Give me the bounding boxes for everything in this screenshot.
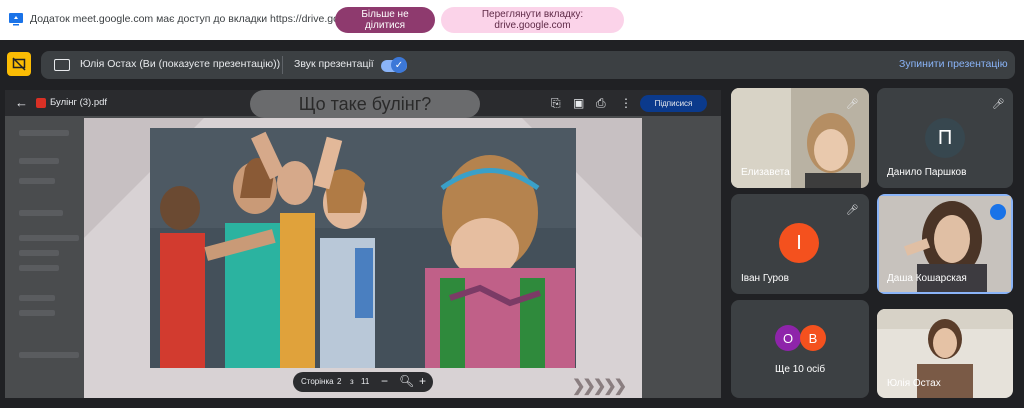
avatar: О [775,325,801,351]
more-participants-tile[interactable] [731,300,869,398]
subscribe-button[interactable]: Підписися [640,95,707,112]
print-icon[interactable]: ⎙ [596,96,606,111]
zoom-in-icon[interactable]: + [419,374,426,388]
present-off-button[interactable] [7,52,31,76]
current-page-input[interactable]: 2 [337,377,341,386]
bg-text-line [19,310,55,316]
pdf-file-name: Булінг (3).pdf [50,97,108,108]
present-screen-icon [54,59,70,71]
bg-text-line [19,210,63,216]
more-participants-label: Ще 10 осіб [775,364,826,375]
stop-presenting-link[interactable]: Зупинити презентацію [899,58,1008,70]
sharing-notice-text: Додаток meet.google.com має доступ до вк… [30,13,382,25]
bg-text-line [19,130,69,136]
presentation-sound-label: Звук презентації [294,58,374,70]
page-separator: з [350,377,354,386]
check-icon[interactable]: ✓ [391,57,407,73]
participant-name: Елизавета [741,167,790,178]
slide-heading: Що таке булінг? [250,90,480,118]
zoom-fit-icon[interactable]: 🔍︎ [399,374,414,388]
participant-name: Іван Гуров [741,273,789,284]
pdf-file-icon [36,98,46,108]
stop-sharing-button[interactable]: Більше не ділитися [335,7,435,33]
speaking-indicator-icon [990,204,1006,220]
more-options-icon[interactable]: ⋮ [620,96,632,110]
bg-text-line [19,250,59,256]
bg-text-line [19,295,55,301]
zoom-out-icon[interactable]: − [381,374,388,388]
back-arrow-icon[interactable]: ← [15,95,28,110]
bg-text-line [19,235,79,241]
presenter-title: Юлія Остах (Ви (показуєте презентацію)) [80,58,281,70]
view-tab-button[interactable]: Переглянути вкладку: drive.google.com [441,7,624,33]
participant-name: Юлія Остах [887,378,941,389]
comment-icon[interactable]: ▣ [573,96,584,110]
participant-name: Данило Паршков [887,167,967,178]
total-pages: 11 [361,377,370,386]
avatar: І [779,223,819,263]
avatar: П [925,118,965,158]
presentation-off-icon [12,57,26,71]
page-label: Сторінка [301,377,334,386]
slide-chevron-decor: ❯❯❯❯❯ [572,378,627,395]
add-to-drive-icon[interactable]: ⎘ [551,96,561,111]
screen-share-icon [9,13,23,26]
bullying-photo [150,128,576,368]
bg-text-line [19,352,79,358]
mic-off-icon: 🎤︎ [846,99,859,110]
mic-off-icon: 🎤︎ [846,205,859,216]
mic-off-icon: 🎤︎ [992,99,1005,110]
bg-text-line [19,265,59,271]
bg-text-line [19,158,59,164]
divider [282,56,283,74]
avatar: В [800,325,826,351]
participant-name: Даша Кошарская [887,273,967,284]
bg-text-line [19,178,55,184]
